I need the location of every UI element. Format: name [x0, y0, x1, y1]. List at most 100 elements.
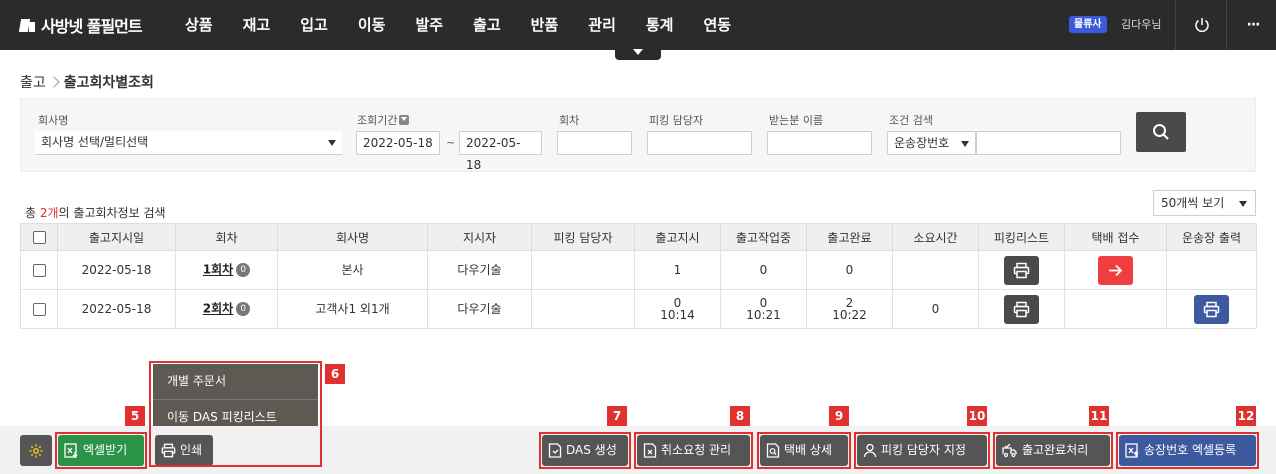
column-header[interactable]: 출고작업중: [720, 223, 807, 251]
nav-item-link[interactable]: 연동: [703, 0, 731, 50]
condition-label: 조건 검색: [889, 114, 933, 127]
column-header[interactable]: 피킹리스트: [978, 223, 1065, 251]
delivery-detail-button[interactable]: 택배 상세: [760, 435, 848, 466]
column-header[interactable]: 출고지시: [634, 223, 721, 251]
round-label: 회차: [559, 114, 580, 127]
chevron-right-icon: [48, 76, 60, 88]
print-popup-menu: 개별 주문서 이동 DAS 피킹리스트: [153, 364, 318, 434]
power-icon[interactable]: [1193, 16, 1211, 34]
callout-number: 7: [607, 406, 627, 426]
ordered-time: 10:14: [660, 308, 695, 322]
done-count: 0: [845, 263, 854, 277]
elapsed-cell: [892, 250, 979, 290]
nav-item-stats[interactable]: 통계: [646, 0, 674, 50]
assign-picker-label: 피킹 담당자 지정: [881, 443, 966, 457]
date-to-input[interactable]: 2022-05-18: [459, 131, 542, 172]
column-header[interactable]: 출고지시일: [57, 223, 176, 251]
summary-suffix: 의 출고회차정보 검색: [58, 206, 166, 220]
round-count-badge[interactable]: 0: [236, 263, 251, 277]
picking-list-print-button[interactable]: [1004, 294, 1039, 324]
settings-button[interactable]: [20, 435, 52, 466]
table-header-row: 출고지시일 회차 회사명 지시자 피킹 담당자 출고지시 출고작업중 출고완료 …: [20, 223, 1257, 251]
callout-number: 5: [125, 406, 145, 426]
breadcrumb: 출고 출고회차별조회: [20, 72, 154, 92]
round-input[interactable]: [557, 131, 632, 155]
nav-item-return[interactable]: 반품: [531, 0, 559, 50]
search-button[interactable]: [1136, 112, 1186, 152]
column-header[interactable]: 회사명: [277, 223, 428, 251]
document-search-icon: [766, 443, 780, 458]
nav-item-move[interactable]: 이동: [358, 0, 386, 50]
printer-icon: [1013, 301, 1030, 317]
instructor-cell: 다우기술: [427, 289, 532, 329]
nav-item-product[interactable]: 상품: [185, 0, 213, 50]
nav-collapse-toggle[interactable]: [615, 46, 661, 60]
company-select-value: 회사명 선택/멀티선택: [41, 135, 149, 149]
nav-item-inbound[interactable]: 입고: [300, 0, 328, 50]
column-header[interactable]: 회차: [175, 223, 278, 251]
excel-download-label: 엑셀받기: [83, 443, 128, 457]
invoice-excel-upload-button[interactable]: 송장번호 엑셀등록: [1119, 435, 1256, 466]
excel-download-button[interactable]: 엑셀받기: [58, 435, 144, 466]
invoice-print-cell: [1166, 250, 1257, 290]
invoice-print-button[interactable]: [1194, 294, 1229, 324]
done-cell: 2 10:22: [806, 289, 893, 329]
column-header[interactable]: 택배 접수: [1064, 223, 1167, 251]
more-icon[interactable]: ···: [1244, 16, 1262, 34]
summary-prefix: 총: [25, 206, 40, 220]
printer-icon: [1013, 262, 1030, 278]
condition-input[interactable]: [976, 131, 1121, 155]
nav-item-outbound[interactable]: 출고: [473, 0, 501, 50]
user-name[interactable]: 김다우님: [1121, 16, 1161, 33]
round-link[interactable]: 1회차: [203, 263, 233, 277]
chevron-down-icon: [961, 141, 969, 147]
nav-item-stock[interactable]: 재고: [243, 0, 271, 50]
row-checkbox[interactable]: [32, 263, 46, 277]
callout-number: 12: [1236, 406, 1256, 426]
das-create-button[interactable]: DAS 생성: [542, 435, 628, 466]
round-count-badge[interactable]: 0: [236, 302, 251, 316]
complete-outbound-button[interactable]: 출고완료처리: [996, 435, 1110, 466]
breadcrumb-parent[interactable]: 출고: [20, 72, 46, 92]
condition-select-value: 운송장번호: [894, 136, 950, 150]
select-all-cell: [20, 223, 58, 251]
date-from-input[interactable]: 2022-05-18: [356, 131, 440, 155]
row-checkbox[interactable]: [32, 302, 46, 316]
receiver-input[interactable]: [767, 131, 872, 155]
select-all-checkbox[interactable]: [32, 231, 46, 244]
printer-icon: [1203, 301, 1220, 317]
print-button[interactable]: 인쇄: [155, 435, 213, 466]
column-header[interactable]: 피킹 담당자: [531, 223, 635, 251]
date-cell: 2022-05-18: [57, 250, 176, 290]
nav-item-manage[interactable]: 관리: [588, 0, 616, 50]
cancel-request-button[interactable]: 취소요청 관리: [637, 435, 750, 466]
picking-list-print-button[interactable]: [1004, 255, 1039, 285]
company-cell: 본사: [277, 250, 428, 290]
condition-select[interactable]: 운송장번호: [887, 131, 976, 155]
result-summary: 총 2개의 출고회차정보 검색: [25, 204, 166, 221]
picker-input[interactable]: [647, 131, 752, 155]
page-title: 출고회차별조회: [63, 75, 154, 91]
app-logo[interactable]: 사방넷 풀필먼트: [20, 14, 143, 36]
period-label-text: 조회기간: [357, 114, 398, 127]
callout-number: 11: [1089, 406, 1109, 426]
delivery-receipt-cell: [1064, 289, 1167, 329]
menu-item-individual-order[interactable]: 개별 주문서: [153, 364, 318, 399]
round-link[interactable]: 2회차: [203, 302, 233, 316]
period-dropdown-icon[interactable]: [399, 115, 410, 125]
company-select[interactable]: 회사명 선택/멀티선택: [35, 131, 342, 155]
truck-check-icon: [1002, 443, 1017, 458]
column-header[interactable]: 출고완료: [806, 223, 893, 251]
table-row: 2022-05-18 2회차 0 고객사1 외1개 다우기술 0 10:14 0 10…: [20, 289, 1257, 329]
picking-list-cell: [978, 289, 1065, 329]
nav-item-order[interactable]: 발주: [415, 0, 443, 50]
page-size-select[interactable]: 50개씩 보기: [1153, 190, 1256, 216]
delivery-receipt-button[interactable]: [1098, 255, 1133, 285]
working-time: 10:21: [746, 308, 781, 322]
assign-picker-button[interactable]: 피킹 담당자 지정: [857, 435, 987, 466]
column-header[interactable]: 운송장 출력: [1166, 223, 1257, 251]
invoice-excel-upload-label: 송장번호 엑셀등록: [1144, 443, 1237, 457]
invoice-print-cell: [1166, 289, 1257, 329]
column-header[interactable]: 지시자: [427, 223, 532, 251]
column-header[interactable]: 소요시간: [892, 223, 979, 251]
